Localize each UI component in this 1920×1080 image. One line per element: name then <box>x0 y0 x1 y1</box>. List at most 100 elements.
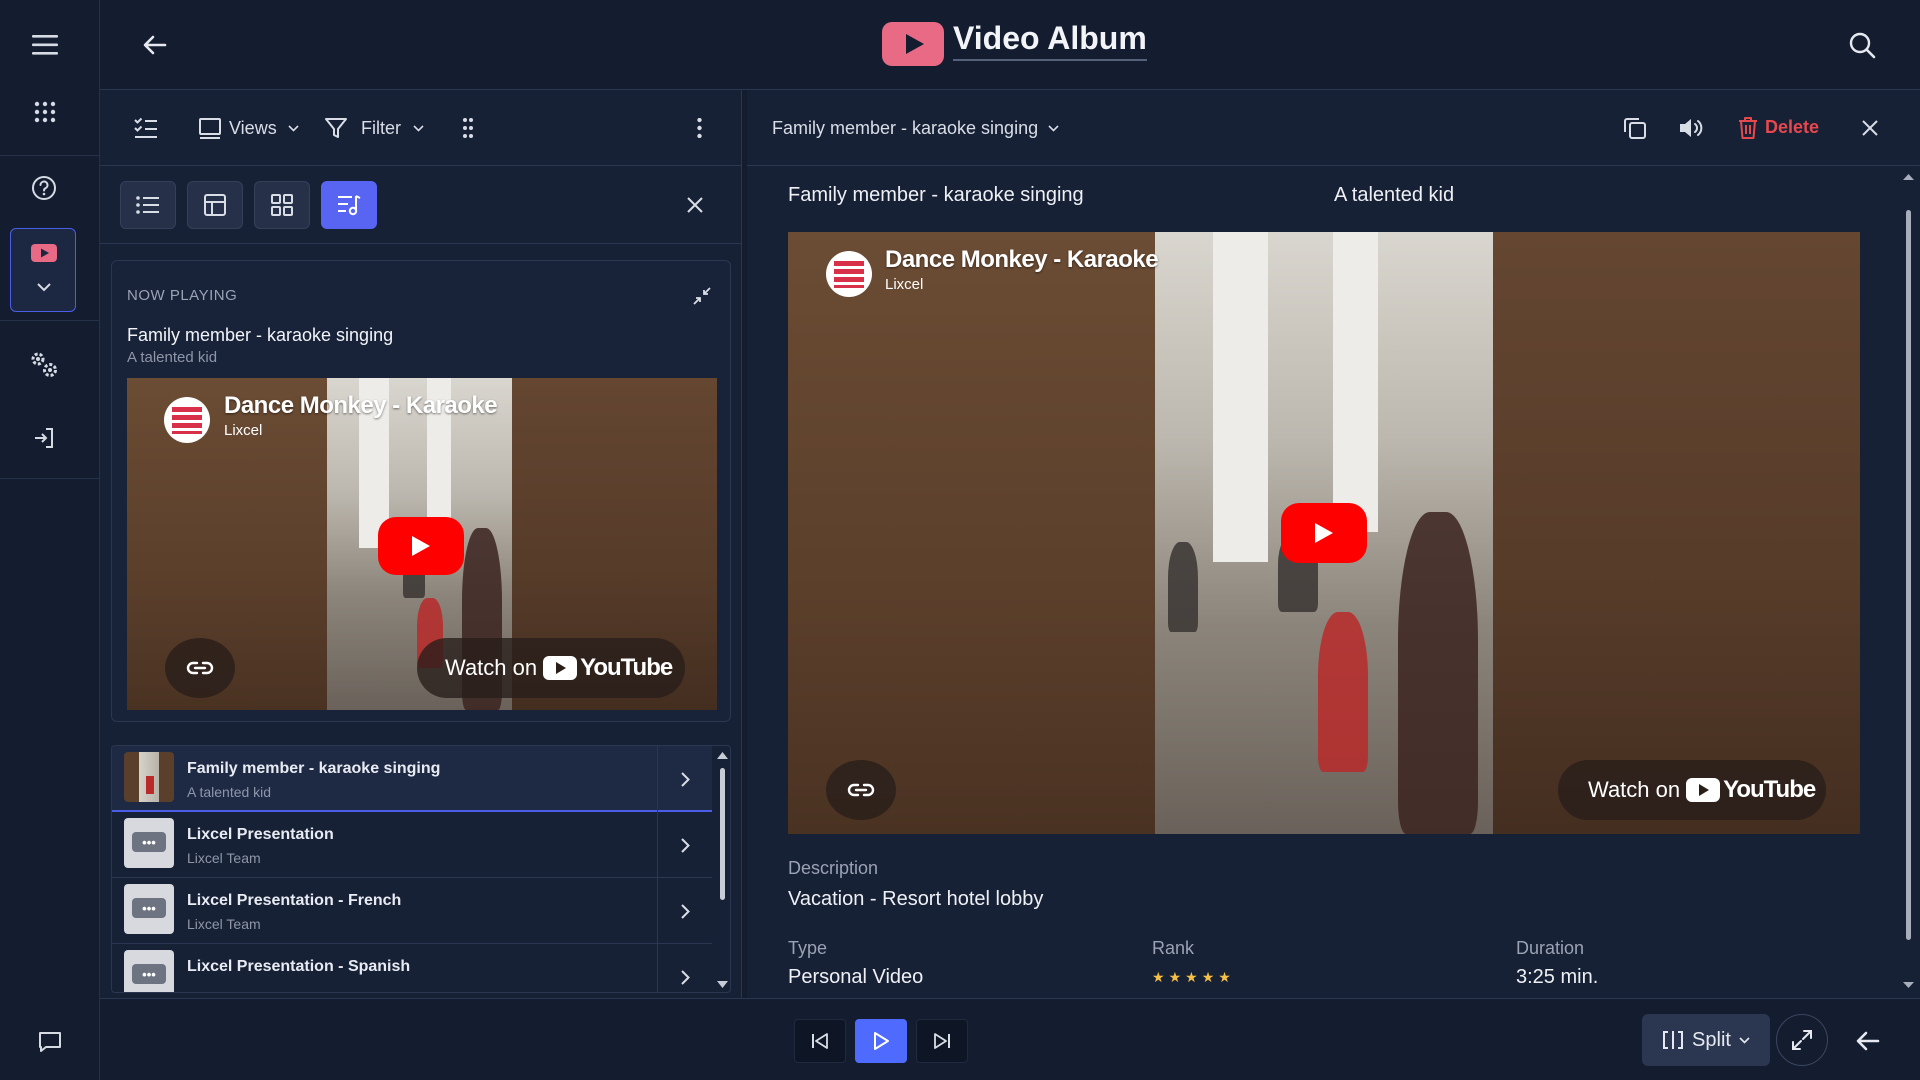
close-icon[interactable] <box>678 188 712 222</box>
back-arrow-icon[interactable] <box>1848 1021 1888 1061</box>
watch-on-youtube-button[interactable]: Watch on YouTube <box>1558 760 1826 820</box>
play-button[interactable] <box>855 1019 907 1063</box>
volume-icon[interactable] <box>1673 110 1709 146</box>
open-item-button[interactable] <box>657 812 712 878</box>
collapse-icon[interactable] <box>687 281 717 311</box>
star-icon: ★ <box>1152 969 1165 985</box>
youtube-icon <box>543 656 578 680</box>
close-icon[interactable] <box>1853 110 1887 146</box>
trash-icon[interactable] <box>1731 110 1765 146</box>
channel-logo <box>826 251 872 297</box>
youtube-icon <box>1686 778 1721 802</box>
star-icon: ★ <box>1168 969 1182 985</box>
video-list: Family member - karaoke singing A talent… <box>111 745 731 993</box>
list-item[interactable]: ••• Lixcel Presentation - French Lixcel … <box>112 878 712 944</box>
video-title: Dance Monkey - Karaoke <box>885 246 1159 273</box>
chat-icon[interactable] <box>30 1022 70 1062</box>
youtube-brand: YouTube <box>1723 776 1816 803</box>
play-icon <box>872 1031 890 1051</box>
video-thumbnail: ••• <box>124 884 174 934</box>
grid-view-icon <box>271 194 293 216</box>
play-icon <box>410 534 432 558</box>
star-icon: ★ <box>1218 969 1231 985</box>
play-video-button[interactable] <box>378 517 464 575</box>
list-item[interactable]: ••• Lixcel Presentation Lixcel Team <box>112 812 712 878</box>
open-item-button[interactable] <box>657 746 712 812</box>
video-album-icon <box>31 243 57 263</box>
list-item-title: Lixcel Presentation - French <box>187 892 402 909</box>
record-selector[interactable]: Family member - karaoke singing <box>772 118 1038 139</box>
views-menu[interactable]: Views <box>229 118 277 139</box>
playback-bar: Split <box>100 998 1920 1080</box>
hamburger-icon[interactable] <box>25 25 65 65</box>
link-icon <box>847 782 875 798</box>
filter-icon[interactable] <box>318 110 354 146</box>
now-playing-title: Family member - karaoke singing <box>127 325 394 345</box>
table-view-icon <box>204 194 226 216</box>
detail-toolbar: Family member - karaoke singing Delete <box>747 90 1920 166</box>
table-view-button[interactable] <box>187 181 243 229</box>
more-vertical-icon[interactable] <box>684 110 714 146</box>
video-player-large[interactable]: Dance Monkey - Karaoke Lixcel Watch on Y… <box>788 232 1860 834</box>
skip-next-icon <box>933 1032 951 1050</box>
settings-icon[interactable] <box>24 344 64 384</box>
list-item[interactable]: Family member - karaoke singing A talent… <box>112 746 712 812</box>
type-value: Personal Video <box>788 966 924 988</box>
playlist-view-icon <box>337 194 361 216</box>
watch-on-youtube-button[interactable]: Watch on YouTube <box>417 638 685 698</box>
copy-link-button[interactable] <box>826 760 896 820</box>
collection-toolbar: Views Filter <box>100 90 742 166</box>
video-album-rail-button[interactable] <box>10 228 76 312</box>
chevron-down-icon[interactable] <box>410 120 426 136</box>
list-item-subtitle: Lixcel Team <box>187 850 261 866</box>
detail-scrollbar[interactable] <box>1897 166 1920 998</box>
next-button[interactable] <box>916 1019 968 1063</box>
filter-menu[interactable]: Filter <box>361 118 401 139</box>
now-playing-card: NOW PLAYING Family member - karaoke sing… <box>111 260 731 722</box>
list-view-icon <box>136 195 160 215</box>
list-item-title: Family member - karaoke singing <box>187 760 441 777</box>
play-video-button[interactable] <box>1281 503 1367 563</box>
fullscreen-button[interactable] <box>1776 1014 1828 1066</box>
playlist-view-button[interactable] <box>321 181 377 229</box>
help-icon[interactable] <box>24 168 64 208</box>
drag-handle-icon[interactable] <box>453 110 483 146</box>
video-thumbnail: ••• <box>124 818 174 868</box>
copy-icon[interactable] <box>1617 110 1653 146</box>
checklist-icon[interactable] <box>128 110 164 146</box>
search-icon[interactable] <box>1842 25 1882 65</box>
back-arrow-icon[interactable] <box>135 25 175 65</box>
split-button[interactable]: Split <box>1642 1014 1770 1066</box>
video-thumbnail: ••• <box>124 950 174 992</box>
chevron-right-icon <box>680 969 690 985</box>
list-scrollbar[interactable] <box>713 746 730 992</box>
grid-view-button[interactable] <box>254 181 310 229</box>
views-icon[interactable] <box>192 110 228 146</box>
list-item-subtitle: A talented kid <box>187 784 272 800</box>
video-channel: Lixcel <box>224 422 263 439</box>
copy-link-button[interactable] <box>165 638 235 698</box>
duration-label: Duration <box>1516 938 1585 958</box>
video-thumbnail <box>124 752 174 802</box>
chevron-right-icon <box>680 837 690 853</box>
view-switcher <box>100 166 742 244</box>
apps-grid-icon[interactable] <box>25 92 65 132</box>
watch-on-label: Watch on <box>445 655 538 680</box>
play-icon <box>1313 521 1335 545</box>
detail-content: Family member - karaoke singing A talent… <box>747 166 1920 998</box>
list-view-button[interactable] <box>120 181 176 229</box>
sign-in-icon[interactable] <box>24 418 64 458</box>
skip-previous-icon <box>811 1032 829 1050</box>
collection-panel: Views Filter NOW PLAYING Family member -… <box>100 90 742 998</box>
list-item[interactable]: ••• Lixcel Presentation - Spanish <box>112 944 712 992</box>
chevron-down-icon[interactable] <box>285 120 301 136</box>
chevron-down-icon[interactable] <box>1045 120 1061 136</box>
video-player-small[interactable]: Dance Monkey - Karaoke Lixcel Watch on Y… <box>127 378 717 710</box>
open-item-button[interactable] <box>657 944 712 992</box>
detail-subtitle: A talented kid <box>1334 184 1455 206</box>
open-item-button[interactable] <box>657 878 712 944</box>
detail-title: Family member - karaoke singing <box>788 184 1084 206</box>
previous-button[interactable] <box>794 1019 846 1063</box>
delete-button[interactable]: Delete <box>1765 117 1819 138</box>
rank-stars: ★ ★ ★ ★ ★ <box>1152 969 1235 987</box>
